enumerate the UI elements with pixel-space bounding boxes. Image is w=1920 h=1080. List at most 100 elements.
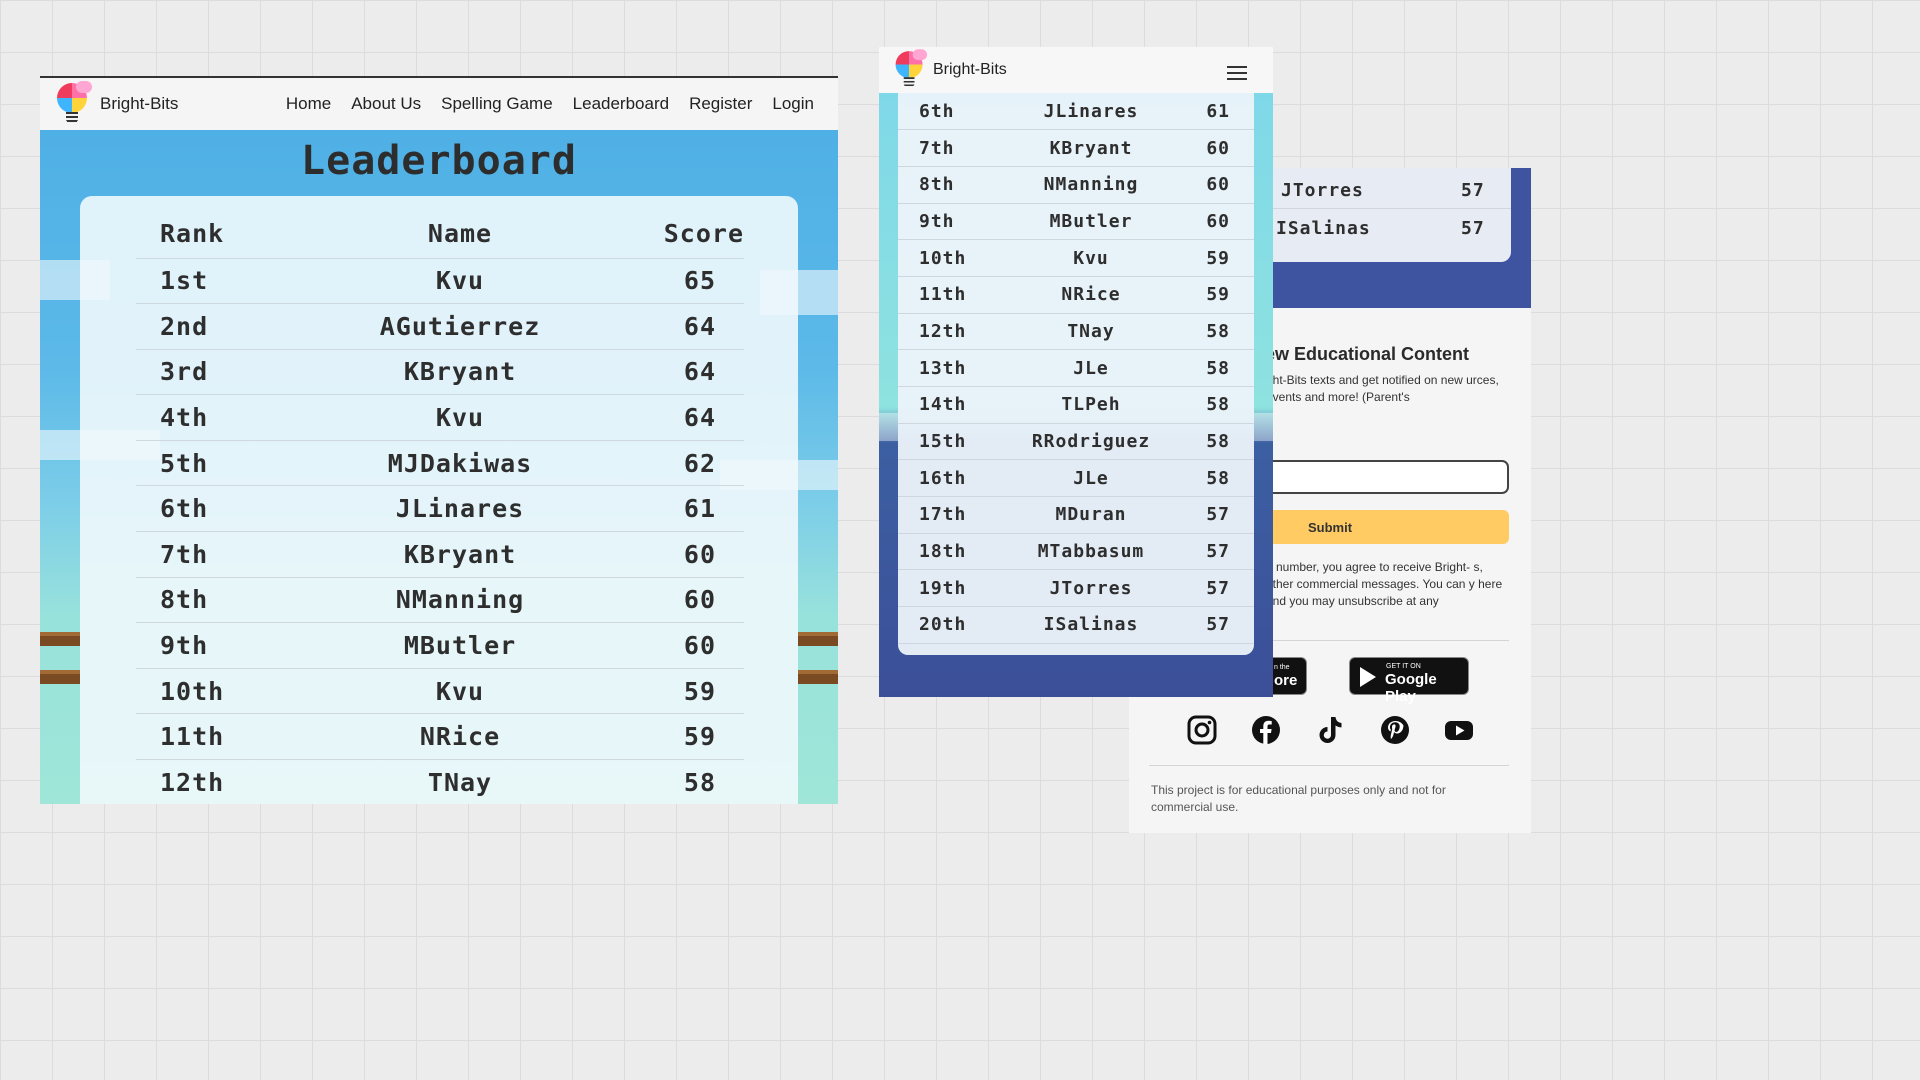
table-row: 5th MJDakiwas 62 bbox=[136, 440, 744, 487]
name-cell: RRodriguez bbox=[1008, 423, 1174, 461]
score-cell: 58 bbox=[1174, 459, 1254, 498]
score-cell: 57 bbox=[1174, 606, 1254, 644]
name-cell: Kvu bbox=[316, 258, 604, 305]
leaderboard-card: Rank Name Score 1st Kvu 65 2nd AGutierrez 64 3… bbox=[80, 196, 798, 804]
rank-cell: 15th bbox=[898, 423, 1008, 461]
name-cell: JLinares bbox=[316, 485, 604, 533]
table-row: 6th JLinares 61 bbox=[136, 485, 744, 533]
rank-cell: 2nd bbox=[136, 303, 316, 350]
mini-row-name: JTorres bbox=[1281, 180, 1364, 201]
name-cell: MTabbasum bbox=[1008, 533, 1174, 571]
nav-home[interactable]: Home bbox=[286, 94, 331, 114]
rank-cell: 11th bbox=[898, 276, 1008, 314]
rank-cell: 12th bbox=[136, 759, 316, 804]
mobile-leaderboard-screenshot: Bright-Bits 6th JLinares 61 7th KBryant 60 8th… bbox=[879, 47, 1273, 697]
rank-cell: 7th bbox=[898, 129, 1008, 167]
score-cell: 57 bbox=[1174, 496, 1254, 534]
rank-cell: 5th bbox=[136, 440, 316, 487]
hamburger-menu-icon[interactable] bbox=[1227, 66, 1247, 80]
rank-cell: 10th bbox=[898, 239, 1008, 277]
table-row: 9th MButler 60 bbox=[136, 622, 744, 669]
app-store-big-text: ore bbox=[1274, 672, 1298, 689]
name-cell: TNay bbox=[1008, 313, 1174, 351]
facebook-icon[interactable] bbox=[1250, 714, 1282, 746]
disclaimer-text: This project is for educational purposes… bbox=[1151, 783, 1446, 814]
table-row: 1st Kvu 65 bbox=[136, 258, 744, 305]
name-cell: JLe bbox=[1008, 459, 1174, 498]
consent-text: e number, you agree to receive Bright- s… bbox=[1266, 560, 1503, 608]
rank-cell: 1st bbox=[136, 258, 316, 305]
google-play-big-text: Google Play bbox=[1385, 671, 1437, 705]
table-row: 12th TNay 58 bbox=[898, 313, 1254, 351]
brand-name[interactable]: Bright-Bits bbox=[100, 94, 178, 114]
name-cell: NRice bbox=[1008, 276, 1174, 314]
name-cell: JLe bbox=[1008, 349, 1174, 387]
name-cell: KBryant bbox=[316, 531, 604, 578]
pinterest-icon[interactable] bbox=[1379, 714, 1411, 746]
mini-row-score: 57 bbox=[1461, 218, 1485, 239]
score-cell: 61 bbox=[604, 485, 744, 533]
mini-row-name: ISalinas bbox=[1276, 218, 1371, 239]
app-store-small-text: n the bbox=[1274, 664, 1290, 671]
score-cell: 58 bbox=[1174, 349, 1254, 387]
bright-bits-logo-icon[interactable] bbox=[893, 49, 928, 90]
newsletter-description: ght-Bits texts and get notified on new u… bbox=[1266, 373, 1499, 404]
rank-cell: 8th bbox=[136, 577, 316, 624]
rank-cell: 19th bbox=[898, 569, 1008, 608]
score-cell: 58 bbox=[1174, 313, 1254, 351]
mobile-navbar: Bright-Bits bbox=[879, 47, 1273, 93]
phone-number-input[interactable] bbox=[1249, 460, 1509, 494]
name-cell: NManning bbox=[1008, 166, 1174, 204]
score-cell: 64 bbox=[604, 303, 744, 350]
score-cell: 60 bbox=[604, 577, 744, 624]
name-cell: MButler bbox=[316, 622, 604, 669]
score-cell: 59 bbox=[604, 668, 744, 715]
bright-bits-logo-icon[interactable] bbox=[54, 81, 92, 127]
rank-cell: 20th bbox=[898, 606, 1008, 644]
table-row: 10th Kvu 59 bbox=[136, 668, 744, 715]
score-cell: 59 bbox=[1174, 239, 1254, 277]
rank-cell: 13th bbox=[898, 349, 1008, 387]
nav-register[interactable]: Register bbox=[689, 94, 752, 114]
leaderboard-table: Rank Name Score 1st Kvu 65 2nd AGutierrez 64 3… bbox=[136, 210, 744, 804]
score-cell: 59 bbox=[604, 713, 744, 761]
tiktok-icon[interactable] bbox=[1314, 714, 1346, 746]
nav-login[interactable]: Login bbox=[772, 94, 814, 114]
rank-header: Rank bbox=[136, 210, 316, 259]
score-cell: 62 bbox=[604, 440, 744, 487]
rank-cell: 12th bbox=[898, 313, 1008, 351]
instagram-icon[interactable] bbox=[1186, 714, 1218, 746]
name-cell: NManning bbox=[316, 577, 604, 624]
rank-cell: 7th bbox=[136, 531, 316, 578]
divider bbox=[1249, 640, 1509, 641]
nav-menu: Home About Us Spelling Game Leaderboard … bbox=[286, 78, 814, 130]
submit-button[interactable]: Submit bbox=[1259, 510, 1509, 544]
brand-name[interactable]: Bright-Bits bbox=[933, 61, 1007, 79]
leaderboard-rows: 6th JLinares 61 7th KBryant 60 8th NManning 60 9t… bbox=[898, 93, 1254, 644]
table-row: 10th Kvu 59 bbox=[898, 239, 1254, 277]
google-play-badge[interactable]: GET IT ON Google Play bbox=[1349, 657, 1469, 705]
newsletter-heading: ew Educational Content bbox=[1265, 344, 1470, 364]
name-cell: ISalinas bbox=[1008, 606, 1174, 644]
table-row: 12th TNay 58 bbox=[136, 759, 744, 804]
divider bbox=[1149, 765, 1509, 766]
desktop-leaderboard-screenshot: Bright-Bits Home About Us Spelling Game … bbox=[40, 76, 838, 804]
table-row: 9th MButler 60 bbox=[898, 203, 1254, 241]
table-row: 11th NRice 59 bbox=[136, 713, 744, 761]
rank-cell: 3rd bbox=[136, 349, 316, 396]
table-header-row: Rank Name Score bbox=[136, 210, 744, 259]
name-cell: TLPeh bbox=[1008, 386, 1174, 424]
score-cell: 60 bbox=[1174, 129, 1254, 167]
name-cell: Kvu bbox=[316, 668, 604, 715]
leaderboard-rows: 1st Kvu 65 2nd AGutierrez 64 3rd KBryant 64 4th Kv… bbox=[136, 258, 744, 804]
score-cell: 59 bbox=[1174, 276, 1254, 314]
nav-leaderboard[interactable]: Leaderboard bbox=[573, 94, 669, 114]
score-cell: 64 bbox=[604, 394, 744, 441]
table-row: 11th NRice 59 bbox=[898, 276, 1254, 314]
nav-about-us[interactable]: About Us bbox=[351, 94, 421, 114]
rank-cell: 9th bbox=[136, 622, 316, 669]
youtube-icon[interactable] bbox=[1443, 714, 1475, 746]
name-cell: MDuran bbox=[1008, 496, 1174, 534]
score-header: Score bbox=[604, 210, 744, 259]
nav-spelling-game[interactable]: Spelling Game bbox=[441, 94, 553, 114]
